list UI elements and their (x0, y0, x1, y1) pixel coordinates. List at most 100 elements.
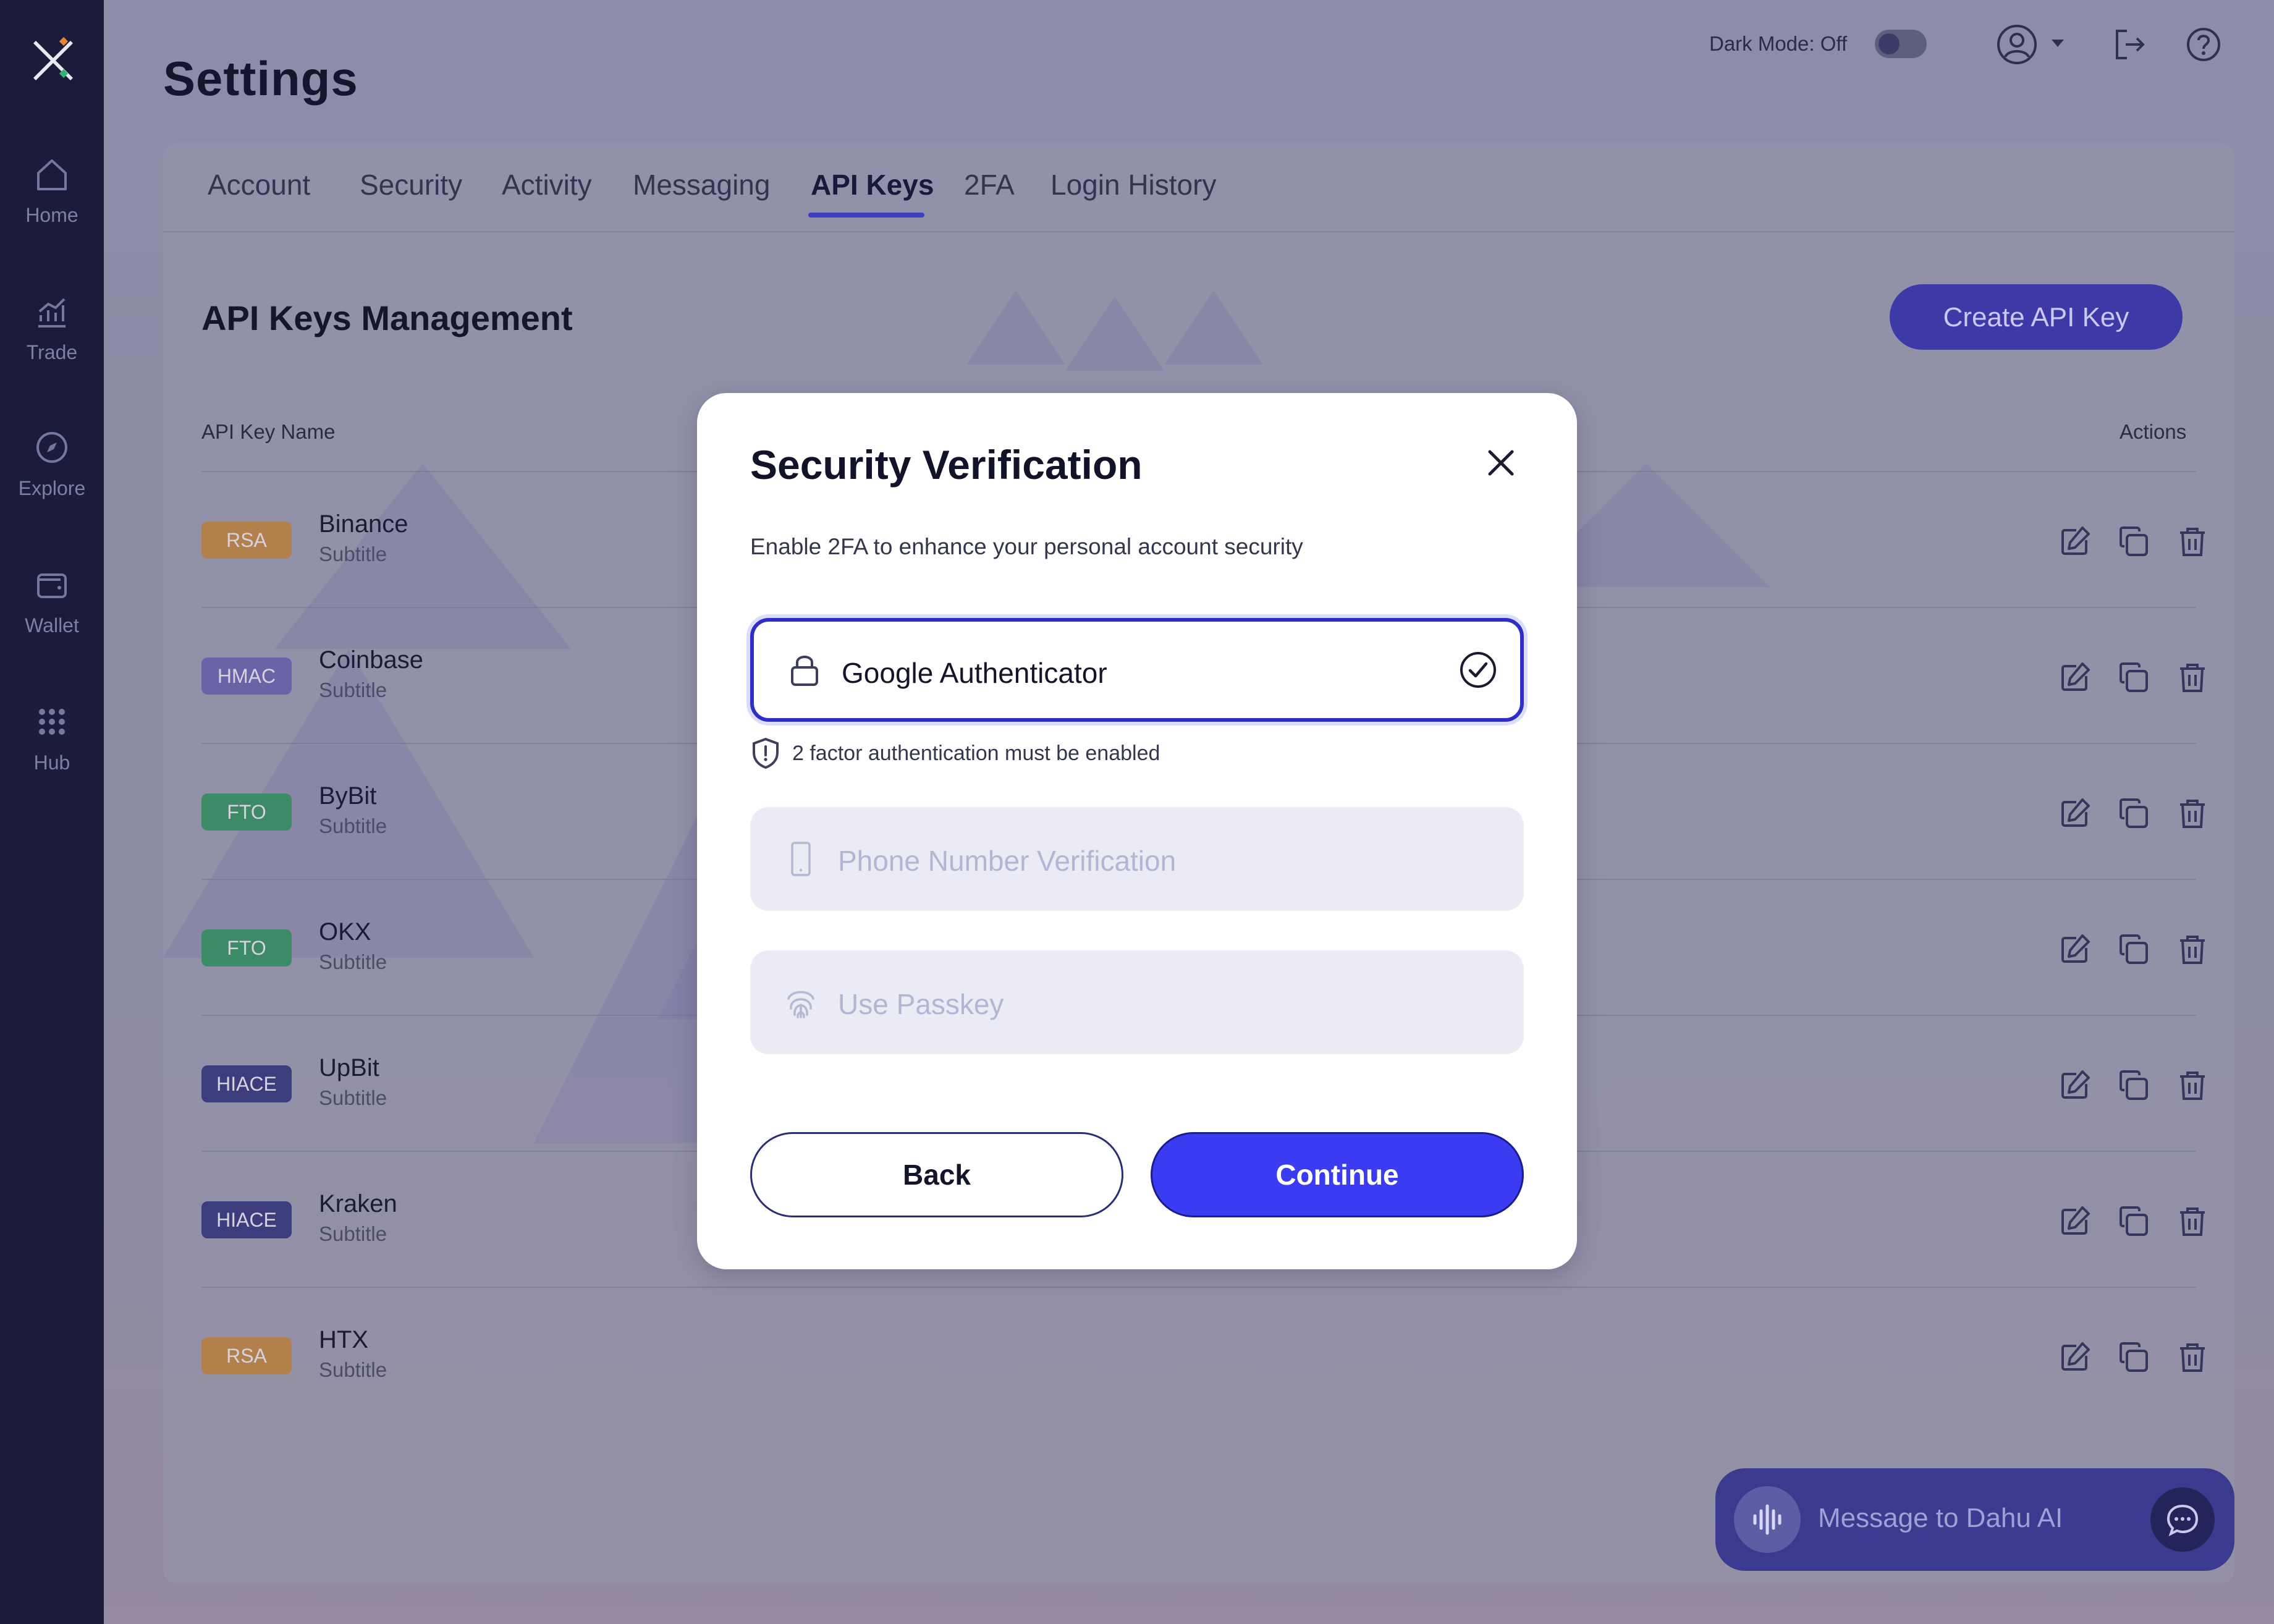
api-key-subtitle: Subtitle (319, 1222, 387, 1245)
help-icon[interactable] (2185, 26, 2222, 63)
key-type-badge: RSA (201, 1337, 292, 1374)
tab-2fa[interactable]: 2FA (964, 168, 1015, 201)
chat-bubble-icon (2166, 1504, 2199, 1536)
chat-open-button[interactable] (2150, 1487, 2215, 1552)
api-key-name: Kraken (319, 1190, 397, 1217)
fingerprint-icon (787, 991, 814, 1018)
sidebar-item-home[interactable]: Home (0, 156, 104, 248)
sidebar-item-label: Home (25, 204, 78, 226)
phone-icon (791, 842, 811, 876)
api-key-name: Coinbase (319, 646, 424, 674)
option-label: Use Passkey (838, 988, 1004, 1020)
key-type-badge: HIACE (201, 1201, 292, 1238)
api-key-subtitle: Subtitle (319, 1358, 387, 1381)
security-verification-modal: Security Verification Enable 2FA to enha… (697, 393, 1577, 1269)
tab-api-keys[interactable]: API Keys (811, 168, 934, 201)
sidebar-item-label: Hub (33, 751, 70, 774)
edit-icon[interactable] (2058, 660, 2092, 695)
copy-icon[interactable] (2116, 1340, 2150, 1374)
copy-icon[interactable] (2116, 796, 2150, 831)
edit-icon[interactable] (2058, 524, 2092, 559)
wallet-icon (37, 573, 67, 598)
api-key-name: UpBit (319, 1054, 379, 1081)
section-title: API Keys Management (201, 298, 573, 337)
sidebar: Home Trade Explore Wallet Hub (0, 0, 104, 1624)
trash-icon[interactable] (2175, 796, 2210, 831)
copy-icon[interactable] (2116, 660, 2150, 695)
trash-icon[interactable] (2175, 1204, 2210, 1238)
create-api-key-button[interactable]: Create API Key (1890, 284, 2183, 350)
edit-icon[interactable] (2058, 1340, 2092, 1374)
home-icon (37, 159, 67, 190)
api-key-name: HTX (319, 1326, 368, 1353)
logo-icon[interactable] (28, 35, 78, 84)
sidebar-item-wallet[interactable]: Wallet (0, 566, 104, 659)
trash-icon[interactable] (2175, 1068, 2210, 1102)
api-key-subtitle: Subtitle (319, 1086, 387, 1109)
api-key-name: OKX (319, 918, 371, 945)
api-key-name: Binance (319, 510, 408, 538)
voice-button[interactable] (1734, 1486, 1801, 1553)
grid-icon (39, 709, 65, 735)
chevron-down-icon[interactable] (2050, 37, 2065, 49)
option-label: Google Authenticator (842, 657, 1107, 689)
copy-icon[interactable] (2116, 1204, 2150, 1238)
dark-mode-label: Dark Mode: Off (1709, 32, 1848, 55)
toggle-knob (1879, 33, 1900, 54)
chart-icon (38, 298, 66, 328)
api-key-subtitle: Subtitle (319, 543, 387, 565)
edit-icon[interactable] (2058, 796, 2092, 831)
check-circle-icon (1460, 652, 1496, 688)
key-type-badge: HMAC (201, 658, 292, 695)
option-phone-verification[interactable]: Phone Number Verification (750, 807, 1524, 911)
option-google-authenticator[interactable]: Google Authenticator (750, 618, 1524, 722)
trash-icon[interactable] (2175, 1340, 2210, 1374)
soundwave-icon (1753, 1504, 1782, 1535)
sidebar-item-hub[interactable]: Hub (0, 703, 104, 796)
key-type-badge: RSA (201, 522, 292, 559)
tab-login-history[interactable]: Login History (1050, 168, 1216, 201)
copy-icon[interactable] (2116, 1068, 2150, 1102)
api-key-subtitle: Subtitle (319, 679, 387, 701)
shield-alert-icon (753, 737, 779, 769)
option-use-passkey[interactable]: Use Passkey (750, 950, 1524, 1054)
tab-security[interactable]: Security (360, 168, 462, 201)
edit-icon[interactable] (2058, 1204, 2092, 1238)
continue-button[interactable]: Continue (1151, 1132, 1524, 1217)
copy-icon[interactable] (2116, 524, 2150, 559)
sidebar-item-label: Wallet (25, 614, 79, 636)
trash-icon[interactable] (2175, 932, 2210, 966)
api-key-subtitle: Subtitle (319, 814, 387, 837)
tab-divider (163, 231, 2234, 232)
tab-account[interactable]: Account (208, 168, 310, 201)
close-icon[interactable] (1481, 442, 1521, 483)
hint-text: 2 factor authentication must be enabled (792, 742, 1160, 765)
trash-icon[interactable] (2175, 524, 2210, 559)
copy-icon[interactable] (2116, 932, 2150, 966)
sidebar-item-explore[interactable]: Explore (0, 429, 104, 522)
table-row[interactable]: RSA HTX Subtitle (201, 1287, 2205, 1423)
active-tab-indicator (808, 213, 924, 218)
dark-mode-toggle[interactable] (1875, 30, 1927, 58)
trash-icon[interactable] (2175, 660, 2210, 695)
key-type-badge: FTO (201, 793, 292, 831)
key-type-badge: FTO (201, 929, 292, 966)
tab-activity[interactable]: Activity (502, 168, 592, 201)
page-title: Settings (163, 51, 358, 106)
modal-description: Enable 2FA to enhance your personal acco… (750, 534, 1303, 559)
back-button[interactable]: Back (750, 1132, 1123, 1217)
compass-icon (36, 432, 67, 463)
column-header-name: API Key Name (201, 420, 336, 443)
user-avatar-icon[interactable] (1996, 23, 2038, 66)
logout-icon[interactable] (2112, 27, 2148, 62)
tab-messaging[interactable]: Messaging (633, 168, 770, 201)
edit-icon[interactable] (2058, 932, 2092, 966)
sidebar-item-label: Explore (18, 477, 86, 499)
edit-icon[interactable] (2058, 1068, 2092, 1102)
sidebar-item-trade[interactable]: Trade (0, 293, 104, 386)
ai-chat-bar[interactable]: Message to Dahu AI (1715, 1468, 2234, 1571)
api-key-subtitle: Subtitle (319, 950, 387, 973)
modal-title: Security Verification (750, 442, 1143, 488)
api-key-name: ByBit (319, 782, 377, 810)
chat-input-placeholder[interactable]: Message to Dahu AI (1818, 1503, 2063, 1534)
